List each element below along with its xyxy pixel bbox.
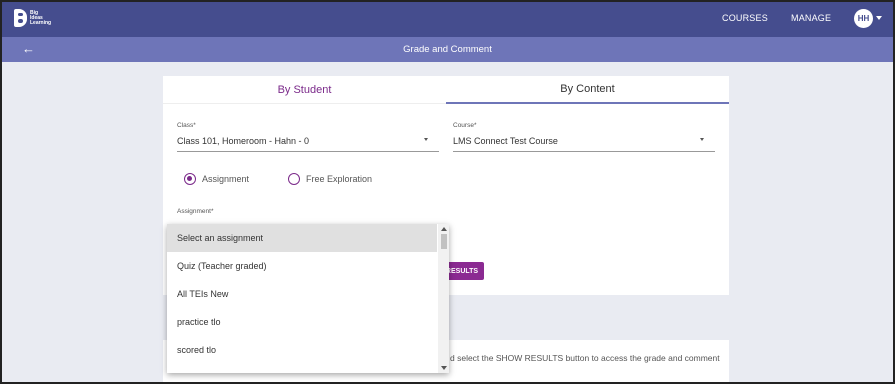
radio-assignment-label[interactable]: Assignment — [202, 174, 249, 184]
radio-free-exploration-label[interactable]: Free Exploration — [306, 174, 372, 184]
assignment-label: Assignment* — [177, 208, 214, 215]
course-label: Course* — [453, 122, 477, 129]
dropdown-scrollbar[interactable] — [438, 224, 449, 373]
logo-icon — [14, 9, 27, 27]
nav-manage[interactable]: MANAGE — [791, 13, 831, 23]
course-underline — [453, 151, 715, 152]
dropdown-option[interactable]: All TEIs New — [167, 280, 437, 308]
class-underline — [177, 151, 439, 152]
dropdown-option[interactable]: practice tlo — [167, 308, 437, 336]
radio-assignment[interactable] — [184, 173, 196, 185]
scroll-down-icon[interactable] — [441, 366, 447, 370]
dropdown-option[interactable]: scored tlo — [167, 336, 437, 364]
page-title: Grade and Comment — [403, 44, 492, 55]
chevron-down-icon[interactable] — [876, 16, 882, 20]
tab-by-content[interactable]: By Content — [446, 76, 729, 104]
show-results-label: RESULTS — [445, 267, 479, 275]
brand-logo[interactable]: Big Ideas Learning — [14, 9, 52, 27]
top-navbar: Big Ideas Learning COURSES MANAGE HH — [0, 0, 895, 37]
avatar[interactable]: HH — [854, 9, 873, 28]
chevron-down-icon[interactable] — [424, 138, 428, 141]
logo-text: Big Ideas Learning — [30, 9, 52, 26]
nav-courses[interactable]: COURSES — [722, 13, 768, 23]
info-text: d select the SHOW RESULTS button to acce… — [450, 353, 720, 363]
scrollbar-thumb[interactable] — [441, 234, 447, 249]
sub-header: ← Grade and Comment — [0, 37, 895, 62]
course-select[interactable]: LMS Connect Test Course — [453, 136, 558, 146]
tab-by-student[interactable]: By Student — [163, 76, 446, 104]
class-select[interactable]: Class 101, Homeroom - Hahn - 0 — [177, 136, 309, 146]
dropdown-option[interactable]: Quiz (Teacher graded) — [167, 252, 437, 280]
scroll-up-icon[interactable] — [441, 227, 447, 231]
chevron-down-icon[interactable] — [700, 138, 704, 141]
radio-free-exploration[interactable] — [288, 173, 300, 185]
class-label: Class* — [177, 122, 196, 129]
dropdown-option[interactable]: Select an assignment — [167, 224, 437, 252]
assignment-dropdown[interactable]: Select an assignment Quiz (Teacher grade… — [167, 224, 449, 373]
